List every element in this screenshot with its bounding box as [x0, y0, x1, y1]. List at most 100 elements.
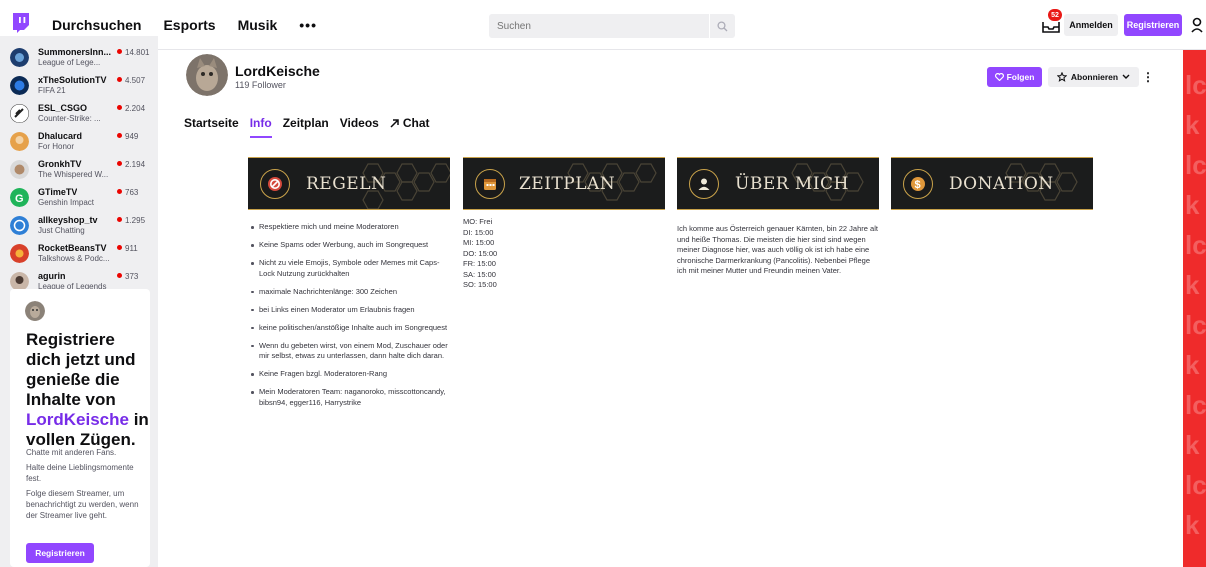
- rule-item: Respektiere mich und meine Moderatoren: [248, 222, 448, 233]
- login-button[interactable]: Anmelden: [1064, 14, 1118, 36]
- panel-about-banner: ÜBER MICH: [677, 157, 879, 210]
- sidebar-channel[interactable]: ESL_CSGO Counter-Strike: ... 2.204: [0, 100, 158, 127]
- schedule-day: MO: Frei: [463, 217, 493, 226]
- nav-esports[interactable]: Esports: [163, 17, 215, 33]
- channel-avatar: [10, 104, 29, 123]
- rule-item: Keine Fragen bzgl. Moderatoren-Rang: [248, 369, 448, 380]
- channel-name: Dhalucard: [38, 131, 83, 141]
- schedule-day: FR: 15:00: [463, 259, 496, 268]
- channel-avatar: [10, 244, 29, 263]
- ban-icon: [260, 169, 290, 199]
- promo-title: Registriere dich jetzt und genieße die I…: [26, 330, 149, 449]
- rule-item: Mein Moderatoren Team: naganoroko, missc…: [248, 387, 448, 408]
- viewer-count: 763: [117, 188, 138, 197]
- search-input[interactable]: [489, 14, 709, 38]
- promo-line-follow: Folge diesem Streamer, um benachrichtigt…: [26, 489, 139, 520]
- panel-donation-title: DONATION: [949, 174, 1054, 194]
- channel-name: LordKeische: [235, 63, 320, 79]
- channel-game: The Whispered W...: [38, 170, 109, 179]
- top-nav: Durchsuchen Esports Musik ••• 52 Anmelde…: [0, 0, 1206, 50]
- chevron-down-icon: [1122, 74, 1130, 79]
- tab-chat[interactable]: Chat: [390, 116, 430, 138]
- sidebar-channel[interactable]: xTheSolutionTV FIFA 21 4.507: [0, 72, 158, 99]
- channel-avatar: [10, 76, 29, 95]
- tab-home[interactable]: Startseite: [184, 116, 239, 138]
- rule-item: bei Links einen Moderator um Erlaubnis f…: [248, 305, 448, 316]
- tab-info[interactable]: Info: [249, 116, 272, 138]
- schedule-day: MI: 15:00: [463, 238, 495, 247]
- sidebar-channel[interactable]: RocketBeansTV Talkshows & Podc... 911: [0, 240, 158, 267]
- search-box: [489, 14, 738, 38]
- tab-videos[interactable]: Videos: [340, 116, 379, 138]
- promo-channel-link[interactable]: LordKeische: [26, 410, 129, 429]
- svg-text:$: $: [915, 179, 921, 191]
- channel-game: Talkshows & Podc...: [38, 254, 110, 263]
- sidebar-channel[interactable]: G GTimeTV Genshin Impact 763: [0, 184, 158, 211]
- follower-count: 119 Follower: [235, 80, 286, 90]
- schedule-day: SA: 15:00: [463, 269, 496, 279]
- panel-about-title: ÜBER MICH: [735, 174, 849, 194]
- panel-rules-title: REGELN: [306, 174, 387, 194]
- sidebar-channel[interactable]: SummonersInn... League of Lege... 14.801: [0, 44, 158, 71]
- rule-item: Wenn du gebeten wirst, von einem Mod, Zu…: [248, 341, 448, 362]
- star-icon: [1056, 72, 1067, 82]
- follow-button[interactable]: Folgen: [987, 67, 1042, 87]
- user-icon[interactable]: [1191, 17, 1205, 33]
- sidebar-channel[interactable]: GronkhTV The Whispered W... 2.194: [0, 156, 158, 183]
- viewer-count: 911: [117, 244, 138, 253]
- rules-list: Respektiere mich und meine Moderatoren K…: [248, 222, 448, 416]
- viewer-count: 2.194: [117, 160, 145, 169]
- channel-avatar: [10, 160, 29, 179]
- channel-name: SummonersInn...: [38, 47, 112, 57]
- more-menu-icon[interactable]: •••: [299, 17, 317, 33]
- panel-schedule-title: ZEITPLAN: [519, 174, 616, 194]
- about-text: Ich komme aus Österreich genauer Kärnten…: [677, 224, 878, 275]
- viewer-count: 949: [117, 132, 138, 141]
- twitch-logo-icon[interactable]: [12, 12, 30, 34]
- channel-game: League of Lege...: [38, 58, 101, 67]
- channel-tabs: Startseite Info Zeitplan Videos Chat: [184, 116, 430, 138]
- viewer-count: 1.295: [117, 216, 145, 225]
- schedule-day: SO: 15:00: [463, 280, 497, 289]
- panel-schedule-banner: ZEITPLAN: [463, 157, 665, 210]
- channel-game: FIFA 21: [38, 86, 66, 95]
- schedule-list: MO: Frei DI: 15:00 MI: 15:00 DO: 15:00 F…: [463, 217, 497, 291]
- channel-name: GTimeTV: [38, 187, 78, 197]
- nav-browse[interactable]: Durchsuchen: [52, 17, 141, 33]
- channel-name: ESL_CSGO: [38, 103, 88, 113]
- channel-name: allkeyshop_tv: [38, 215, 98, 225]
- schedule-day: DO: 15:00: [463, 248, 498, 258]
- promo-line-chat: Chatte mit anderen Fans.: [26, 448, 117, 457]
- svg-text:G: G: [15, 193, 24, 205]
- channel-game: Genshin Impact: [38, 198, 95, 207]
- promo-register-button[interactable]: Registrieren: [26, 543, 94, 563]
- dollar-icon: $: [903, 169, 933, 199]
- heart-icon: [994, 73, 1004, 81]
- notification-badge: 52: [1048, 9, 1062, 21]
- nav-music[interactable]: Musik: [238, 17, 278, 33]
- viewer-count: 14.801: [117, 48, 149, 57]
- panel-rules-banner: REGELN: [248, 157, 450, 210]
- tab-schedule[interactable]: Zeitplan: [283, 116, 329, 138]
- rule-item: maximale Nachrichtenlänge: 300 Zeichen: [248, 287, 448, 298]
- channel-game: For Honor: [38, 142, 75, 151]
- channel-avatar: [10, 132, 29, 151]
- sidebar-channel[interactable]: allkeyshop_tv Just Chatting 1.295: [0, 212, 158, 239]
- register-promo: Registriere dich jetzt und genieße die I…: [10, 289, 150, 567]
- channel-avatar[interactable]: [186, 54, 228, 96]
- person-icon: [689, 169, 719, 199]
- search-button[interactable]: [709, 14, 735, 38]
- viewer-count: 2.204: [117, 104, 145, 113]
- app-root: Durchsuchen Esports Musik ••• 52 Anmelde…: [0, 0, 1206, 567]
- register-button[interactable]: Registrieren: [1124, 14, 1182, 36]
- subscribe-button[interactable]: Abonnieren: [1048, 67, 1139, 87]
- more-options-icon[interactable]: ⋮: [1142, 67, 1154, 87]
- panel-donation-banner[interactable]: $ DONATION: [891, 157, 1093, 210]
- rule-item: keine politischen/anstößige Inhalte auch…: [248, 323, 448, 334]
- channel-avatar: [10, 216, 29, 235]
- popout-arrow-icon: [390, 119, 399, 128]
- rule-item: Nicht zu viele Emojis, Symbole oder Meme…: [248, 258, 448, 279]
- schedule-day: DI: 15:00: [463, 227, 494, 237]
- sidebar-channel[interactable]: Dhalucard For Honor 949: [0, 128, 158, 155]
- side-ad-strip: lc k lc k lc k lc k lc k lc k: [1183, 50, 1206, 567]
